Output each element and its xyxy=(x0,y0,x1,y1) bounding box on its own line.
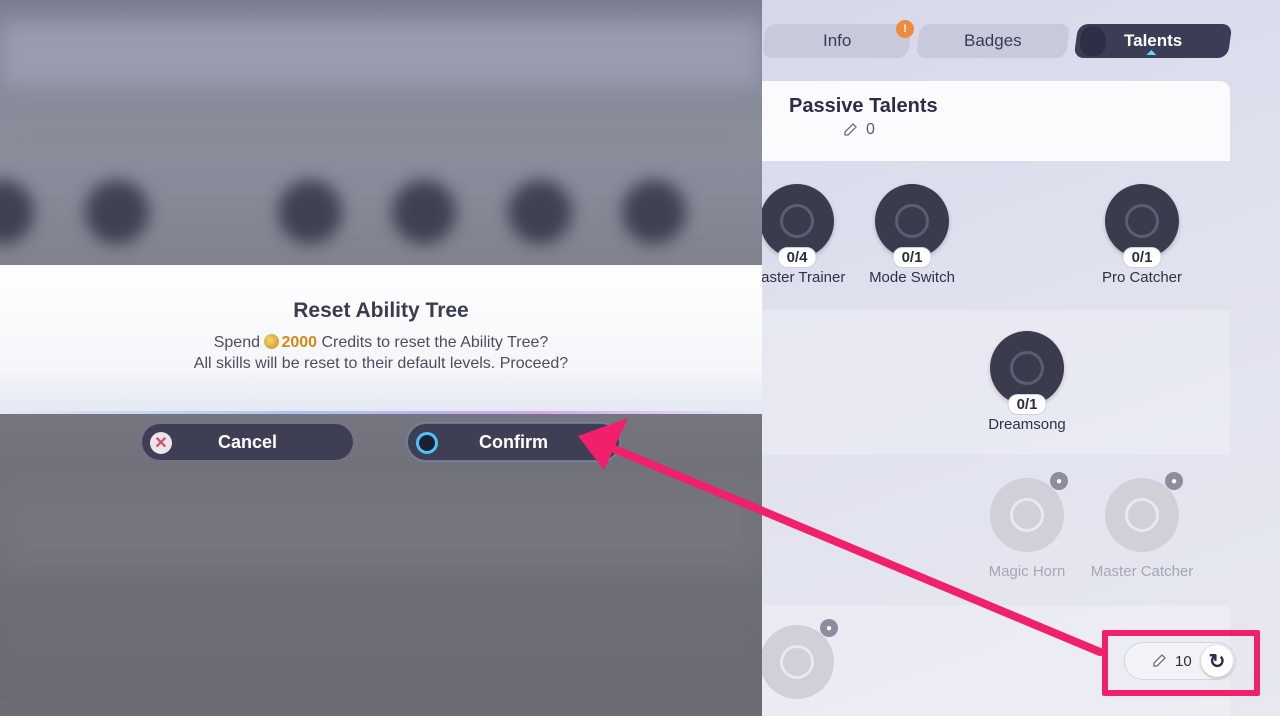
talent-node-pro-catcher[interactable]: 0/1 Pro Catcher xyxy=(1082,184,1202,285)
catcher-icon: 0/1 xyxy=(1105,184,1179,268)
talent-label: Magic Horn xyxy=(988,563,1066,580)
talent-node-master-trainer[interactable]: 0/4 Master Trainer xyxy=(762,184,857,285)
coin-icon xyxy=(264,334,280,349)
talent-count: 0/1 xyxy=(892,247,932,268)
reset-dialog: Reset Ability Tree Spend 2000 Credits to… xyxy=(0,265,762,414)
talent-label: Master Trainer xyxy=(762,269,846,286)
dialog-message-line1: Spend 2000 Credits to reset the Ability … xyxy=(0,334,762,352)
confirm-button[interactable]: Confirm xyxy=(407,423,620,461)
paw-icon: 0/4 xyxy=(762,184,834,268)
tab-talents-label: Talents xyxy=(1123,31,1183,50)
mode-switch-icon: 0/1 xyxy=(875,184,949,268)
talent-label: Pro Catcher xyxy=(1101,269,1183,286)
talent-points-value: 0 xyxy=(866,121,875,138)
talent-icon: ● xyxy=(762,619,838,699)
tab-info-label: Info xyxy=(822,31,852,50)
cancel-button[interactable]: ✕ Cancel xyxy=(141,423,354,461)
tab-bar: Info ! Badges Talents xyxy=(762,20,1233,58)
talent-node-locked[interactable]: ● xyxy=(762,619,857,699)
cancel-label: Cancel xyxy=(217,431,278,452)
lock-icon: ● xyxy=(1050,472,1068,490)
talent-count: 0/4 xyxy=(777,247,817,268)
talent-node-magic-horn[interactable]: ● Magic Horn xyxy=(967,472,1087,580)
tab-badges-label: Badges xyxy=(964,31,1022,50)
section-title: Passive Talents xyxy=(789,95,938,117)
talents-panel: Info ! Badges Talents Passive Talents 0 … xyxy=(762,0,1280,716)
music-icon: 0/1 xyxy=(990,331,1064,415)
notification-icon: ! xyxy=(896,20,914,38)
talent-node-mode-switch[interactable]: 0/1 Mode Switch xyxy=(852,184,972,285)
message-suffix: Credits to reset the Ability Tree? xyxy=(317,334,549,351)
blur-dot xyxy=(392,180,456,244)
talent-count: 0/1 xyxy=(1122,247,1162,268)
blur-dot xyxy=(85,180,149,244)
circle-icon xyxy=(416,432,438,454)
annotation-highlight-box xyxy=(1102,630,1260,696)
dialog-title: Reset Ability Tree xyxy=(293,299,469,322)
talent-points: 0 xyxy=(842,121,875,139)
blur-band xyxy=(0,480,762,570)
lock-icon: ● xyxy=(1165,472,1183,490)
blur-dot xyxy=(622,180,686,244)
blur-band xyxy=(0,20,762,90)
lock-icon: ● xyxy=(820,619,838,637)
talent-count: 0/1 xyxy=(1007,394,1047,415)
confirm-label: Confirm xyxy=(479,431,548,452)
horn-icon: ● xyxy=(990,472,1068,552)
tab-info[interactable]: Info xyxy=(762,24,913,58)
catcher-icon: ● xyxy=(1105,472,1183,552)
tab-badges[interactable]: Badges xyxy=(915,24,1071,58)
credits-amount: 2000 xyxy=(281,334,318,351)
message-prefix: Spend xyxy=(213,334,265,351)
talent-label: Dreamsong xyxy=(988,416,1066,433)
blur-band xyxy=(0,100,762,160)
talent-node-master-catcher[interactable]: ● Master Catcher xyxy=(1082,472,1202,580)
talent-node-dreamsong[interactable]: 0/1 Dreamsong xyxy=(967,331,1087,432)
mascot-icon xyxy=(1080,26,1106,56)
dialog-message-line2: All skills will be reset to their defaul… xyxy=(193,355,569,372)
blur-dot xyxy=(278,180,342,244)
blur-dot xyxy=(508,180,572,244)
pen-icon xyxy=(844,123,857,136)
talent-label: Mode Switch xyxy=(869,269,955,286)
blur-dot xyxy=(0,180,34,244)
close-icon: ✕ xyxy=(150,432,172,454)
passive-talents-header: Passive Talents 0 xyxy=(762,81,1230,161)
talent-label: Master Catcher xyxy=(1090,563,1194,580)
blur-band xyxy=(0,610,762,670)
